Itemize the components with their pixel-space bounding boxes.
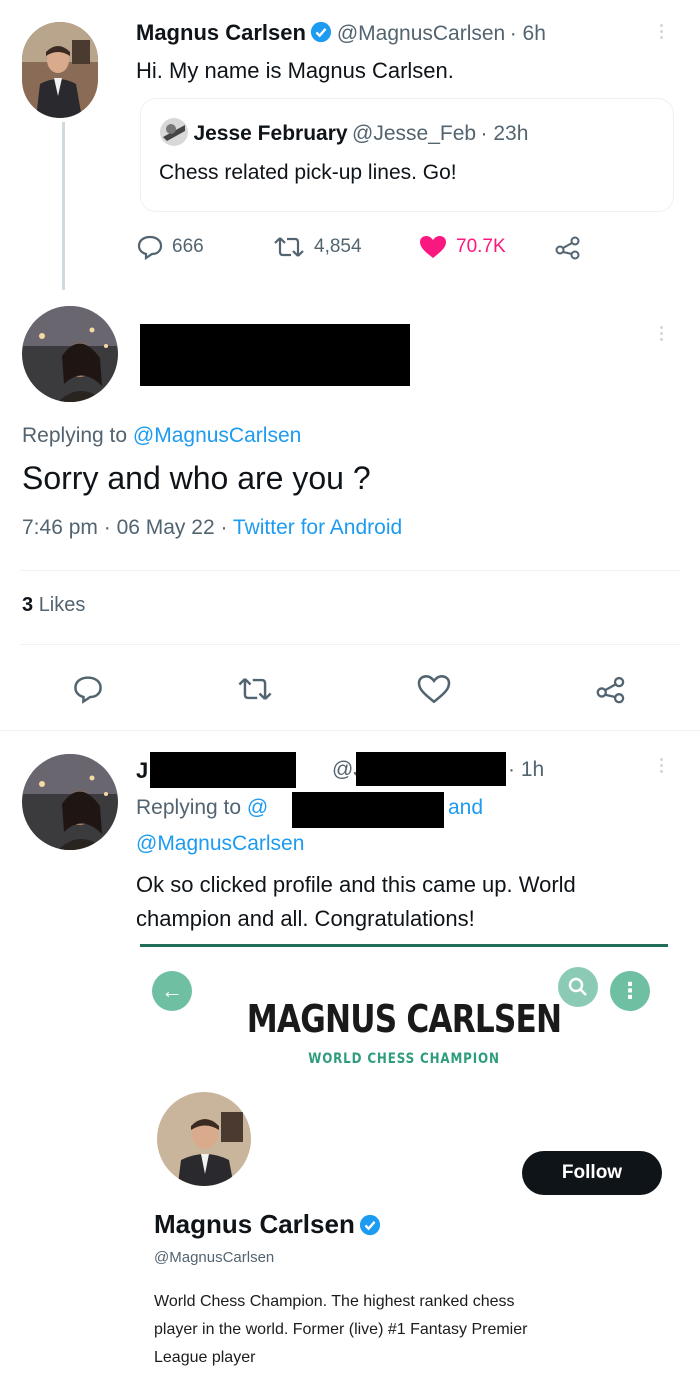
reply-button[interactable]: 666 <box>136 234 204 260</box>
heart-icon <box>420 236 446 258</box>
redacted-handle <box>356 752 506 786</box>
redacted-handle <box>292 792 444 828</box>
profile-handle: @MagnusCarlsen <box>154 1249 275 1266</box>
profile-name: Magnus Carlsen <box>154 1209 355 1239</box>
redacted-name <box>150 752 296 788</box>
avatar-magnus[interactable] <box>22 22 98 118</box>
redacted-name <box>140 324 410 386</box>
quote-text: Chess related pick-up lines. Go! <box>159 161 457 184</box>
share-icon <box>596 676 625 704</box>
bio-line2: player in the world. Former (live) #1 Fa… <box>154 1321 528 1338</box>
like-button[interactable] <box>416 674 452 704</box>
banner-title: MAGNUS CARLSEN <box>246 997 562 1041</box>
divider <box>20 644 680 645</box>
tweet-time[interactable]: · 6h <box>510 22 546 45</box>
author-name[interactable]: Magnus Carlsen <box>136 20 306 45</box>
avatar-replier[interactable] <box>22 306 118 402</box>
retweet-button[interactable]: 4,854 <box>272 234 362 260</box>
quote-time[interactable]: · 23h <box>481 122 529 145</box>
more-icon[interactable] <box>658 326 664 341</box>
avatar-replier[interactable] <box>22 754 118 850</box>
share-button[interactable] <box>594 674 628 704</box>
more-icon[interactable] <box>658 758 664 773</box>
share-button[interactable] <box>554 234 582 260</box>
retweet-icon <box>274 237 304 257</box>
like-button[interactable]: 70.7K <box>418 234 506 260</box>
divider <box>0 730 700 731</box>
like-count: 70.7K <box>456 236 506 257</box>
tweet-time[interactable]: · 1h <box>508 758 544 782</box>
reply-button[interactable] <box>72 674 104 704</box>
replying-to-handle[interactable]: @MagnusCarlsen <box>133 424 301 447</box>
tweet-text-line1: Ok so clicked profile and this came up. … <box>136 872 576 897</box>
thread-line <box>62 122 65 290</box>
likes-label: Likes <box>38 594 86 616</box>
reply-icon <box>74 676 102 704</box>
likes-count: 3 <box>22 594 34 616</box>
follow-button: Follow <box>522 1151 662 1195</box>
reply-date[interactable]: 06 May 22 <box>117 516 215 539</box>
avatar-image <box>22 22 98 118</box>
heart-icon <box>417 675 451 704</box>
quoted-tweet[interactable]: Jesse February @Jesse_Feb · 23h Chess re… <box>140 98 674 212</box>
and-label: and <box>448 796 484 819</box>
likes-summary[interactable]: 3 Likes <box>22 594 85 617</box>
divider <box>20 570 680 571</box>
avatar-image <box>22 306 118 402</box>
bio-line1: World Chess Champion. The highest ranked… <box>154 1293 515 1310</box>
replying-to-prefix[interactable]: @ <box>247 796 268 819</box>
replying-to-label: Replying to <box>136 796 242 819</box>
share-icon <box>555 236 580 260</box>
retweet-button[interactable] <box>236 674 274 704</box>
reply-text: Sorry and who are you ? <box>22 460 371 496</box>
tweet-text: Hi. My name is Magnus Carlsen. <box>136 58 454 83</box>
bio-line3: League player <box>154 1349 256 1366</box>
reply-icon <box>137 235 163 260</box>
retweet-icon <box>238 678 272 700</box>
attached-image-profile[interactable]: ← ⋮ MAGNUS CARLSEN WORLD CHESS CHAMPION … <box>140 944 668 1382</box>
banner-subtitle: WORLD CHESS CHAMPION <box>308 1051 500 1067</box>
tweet-text-line2: champion and all. Congratulations! <box>136 906 475 931</box>
retweet-count: 4,854 <box>314 236 362 257</box>
quote-author-handle[interactable]: @Jesse_Feb <box>352 122 476 145</box>
verified-badge-icon <box>360 1214 381 1236</box>
replying-to-label: Replying to <box>22 424 128 447</box>
reply-time[interactable]: 7:46 pm <box>22 516 98 539</box>
avatar-image <box>22 754 118 850</box>
back-arrow-icon: ← <box>152 971 192 1011</box>
author-name-initial[interactable]: J <box>136 758 148 784</box>
profile-avatar <box>154 1089 254 1189</box>
replying-to-handle[interactable]: @MagnusCarlsen <box>136 832 304 856</box>
quote-avatar <box>160 118 188 146</box>
quote-author-name[interactable]: Jesse February <box>193 122 347 145</box>
more-icon[interactable] <box>658 24 664 39</box>
reply-source[interactable]: Twitter for Android <box>233 516 402 539</box>
reply-count: 666 <box>172 236 204 257</box>
author-handle[interactable]: @MagnusCarlsen <box>337 22 505 45</box>
verified-badge-icon <box>311 21 332 43</box>
